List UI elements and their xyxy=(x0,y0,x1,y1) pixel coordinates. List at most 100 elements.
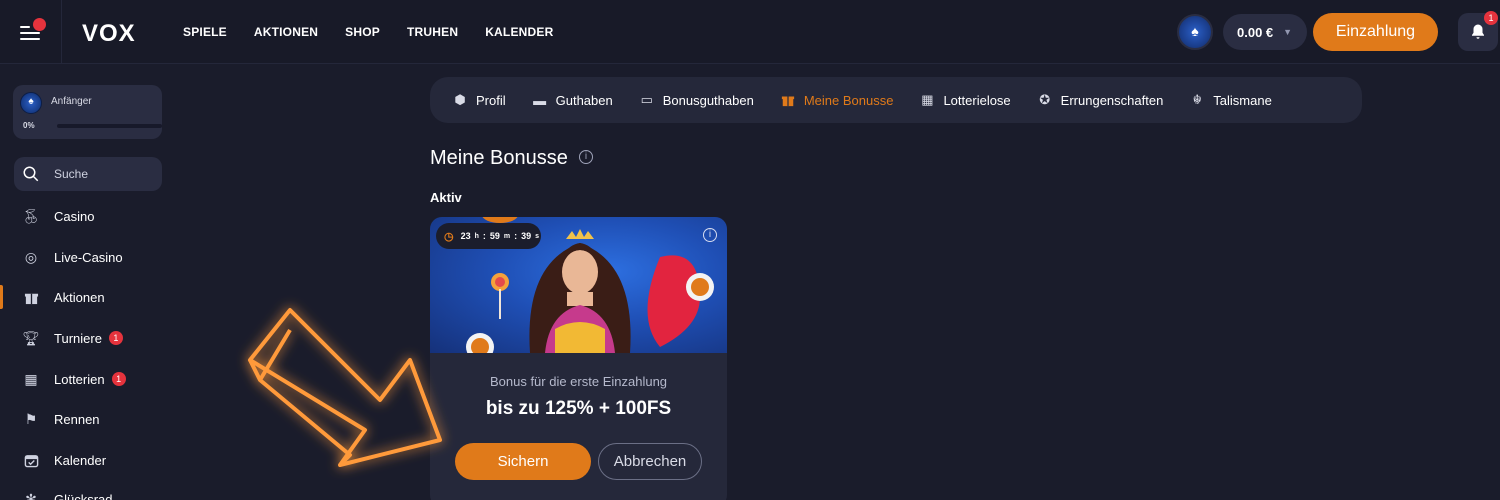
sidebar-item-gluecksrad[interactable]: ✻ Glücksrad xyxy=(0,479,180,500)
trophy-icon: 🏆︎ xyxy=(22,329,40,346)
tab-lotterielose[interactable]: ▦ Lotterielose xyxy=(919,92,1010,108)
cherry-icon: 🍒︎ xyxy=(22,207,40,224)
chevron-down-icon: ▼ xyxy=(1283,27,1293,37)
profile-tabs: ⬢ Profil ▬ Guthaben ▭ Bonusguthaben Mein… xyxy=(430,77,1362,123)
tab-talismane[interactable]: ☬ Talismane xyxy=(1189,92,1272,108)
sidebar-item-label: Glücksrad xyxy=(54,491,113,500)
wheel-icon: ✻ xyxy=(25,490,37,500)
tab-label: Bonusguthaben xyxy=(662,92,754,108)
sidebar-item-label: Rennen xyxy=(54,411,100,427)
sidebar-item-label: Kalender xyxy=(54,452,107,468)
search-input[interactable] xyxy=(54,167,144,181)
sidebar-item-aktionen[interactable]: Aktionen xyxy=(0,277,180,317)
notifications-button[interactable]: 1 xyxy=(1458,11,1498,51)
ticket-icon: ▦ xyxy=(921,92,934,107)
tab-label: Lotterielose xyxy=(943,92,1011,108)
claim-bonus-button[interactable]: Sichern xyxy=(455,443,591,480)
tab-errungenschaften[interactable]: ✪ Errungenschaften xyxy=(1037,92,1164,108)
sidebar-item-label: Aktionen xyxy=(54,289,105,305)
timer-hours: 23 xyxy=(460,231,471,241)
menu-bar xyxy=(20,38,40,40)
sidebar-item-label: Casino xyxy=(54,208,95,224)
page-title: Meine Bonusse xyxy=(430,147,568,169)
logo-text: VOX xyxy=(82,20,136,47)
turniere-badge: 1 xyxy=(108,331,123,345)
bonus-countdown-timer: ◷ 23 h : 59 m : 39 s xyxy=(436,223,541,249)
chip-icon: ◎ xyxy=(24,248,38,265)
nav-kalender[interactable]: KALENDER xyxy=(485,25,553,39)
nav-aktionen[interactable]: AKTIONEN xyxy=(254,25,318,39)
deposit-button[interactable]: Einzahlung xyxy=(1313,13,1438,51)
tab-label: Profil xyxy=(476,92,506,108)
timer-minutes-unit: m xyxy=(503,232,511,240)
profile-icon: ⬢ xyxy=(454,92,466,107)
rank-badge[interactable]: ♠ xyxy=(1177,14,1213,50)
timer-hours-unit: h xyxy=(474,232,479,240)
timer-separator: : xyxy=(514,231,518,241)
tab-guthaben[interactable]: ▬ Guthaben xyxy=(532,92,613,108)
tab-profil[interactable]: ⬢ Profil xyxy=(452,92,506,108)
menu-toggle-button[interactable] xyxy=(0,0,62,64)
balance-dropdown[interactable]: 0.00 € ▼ xyxy=(1223,14,1307,50)
menu-bar xyxy=(20,32,40,34)
gift-icon xyxy=(780,92,796,108)
search-icon xyxy=(23,166,39,182)
balance-amount: 0.00 € xyxy=(1237,24,1274,40)
rank-progress-bar xyxy=(57,124,162,128)
sidebar-item-turniere[interactable]: 🏆︎ Turniere 1 xyxy=(0,318,180,358)
wallet-icon: ▬ xyxy=(533,92,547,108)
sidebar-item-casino[interactable]: 🍒︎ Casino xyxy=(0,196,180,236)
sidebar-item-label: Live-Casino xyxy=(54,249,123,265)
talisman-icon: ☬ xyxy=(1192,92,1202,107)
info-icon[interactable]: i xyxy=(579,150,593,164)
sidebar: ♠ Anfänger 0% 🍒︎ Casino ◎ Live-Casino Ak… xyxy=(0,65,180,500)
bonus-card: ◷ 23 h : 59 m : 39 s i Bonus für die erste … xyxy=(430,217,727,500)
timer-seconds: 39 xyxy=(521,231,532,241)
search-box[interactable] xyxy=(14,157,162,191)
tab-label: Errungenschaften xyxy=(1060,92,1164,108)
main-nav: SPIELE AKTIONEN SHOP TRUHEN KALENDER xyxy=(183,25,553,39)
logo[interactable]: VOX xyxy=(82,20,136,48)
cancel-bonus-button[interactable]: Abbrechen xyxy=(598,443,702,480)
sidebar-item-rennen[interactable]: ⚑ Rennen xyxy=(0,399,180,439)
clock-icon: ◷ xyxy=(444,230,454,243)
rank-progress-label: 0% xyxy=(23,121,35,130)
bonus-info-icon[interactable]: i xyxy=(703,228,717,242)
section-label-active: Aktiv xyxy=(430,190,462,205)
rank-icon: ♠ xyxy=(20,92,42,114)
bonus-banner-image: ◷ 23 h : 59 m : 39 s i xyxy=(430,217,727,353)
sidebar-item-label: Turniere xyxy=(54,330,102,346)
bonus-wallet-icon: ▭ xyxy=(640,92,653,107)
rank-name: Anfänger xyxy=(51,96,92,107)
nav-shop[interactable]: SHOP xyxy=(345,25,380,39)
spade-icon: ♠ xyxy=(1191,23,1199,39)
tab-meine-bonusse[interactable]: Meine Bonusse xyxy=(780,92,894,108)
menu-bar xyxy=(20,26,30,28)
medal-icon: ✪ xyxy=(1039,92,1051,107)
tab-bonusguthaben[interactable]: ▭ Bonusguthaben xyxy=(639,92,754,108)
timer-separator: : xyxy=(482,231,486,241)
lotterien-badge: 1 xyxy=(111,372,126,386)
sidebar-item-kalender[interactable]: Kalender xyxy=(0,440,180,480)
gift-icon xyxy=(22,288,40,306)
notifications-count: 1 xyxy=(1484,11,1498,25)
nav-spiele[interactable]: SPIELE xyxy=(183,25,227,39)
sidebar-item-label: Lotterien xyxy=(54,371,105,387)
bell-icon xyxy=(1472,24,1484,39)
menu-notification-dot xyxy=(33,18,46,31)
tab-label: Talismane xyxy=(1213,92,1272,108)
timer-minutes: 59 xyxy=(489,231,500,241)
nav-truhen[interactable]: TRUHEN xyxy=(407,25,458,39)
sidebar-item-live-casino[interactable]: ◎ Live-Casino xyxy=(0,237,180,277)
lottery-icon: ▦ xyxy=(24,370,38,387)
tab-label: Guthaben xyxy=(555,92,613,108)
calendar-icon xyxy=(22,451,40,469)
rank-card[interactable]: ♠ Anfänger 0% xyxy=(13,85,162,139)
sidebar-item-lotterien[interactable]: ▦ Lotterien 1 xyxy=(0,359,180,399)
checkered-flag-icon: ⚑ xyxy=(24,410,38,427)
bonus-offer: bis zu 125% + 100FS xyxy=(485,398,672,419)
timer-seconds-unit: s xyxy=(535,232,540,240)
tab-label: Meine Bonusse xyxy=(803,92,894,108)
bonus-subtitle: Bonus für die erste Einzahlung xyxy=(489,374,668,389)
top-bar: VOX SPIELE AKTIONEN SHOP TRUHEN KALENDER… xyxy=(0,0,1500,64)
